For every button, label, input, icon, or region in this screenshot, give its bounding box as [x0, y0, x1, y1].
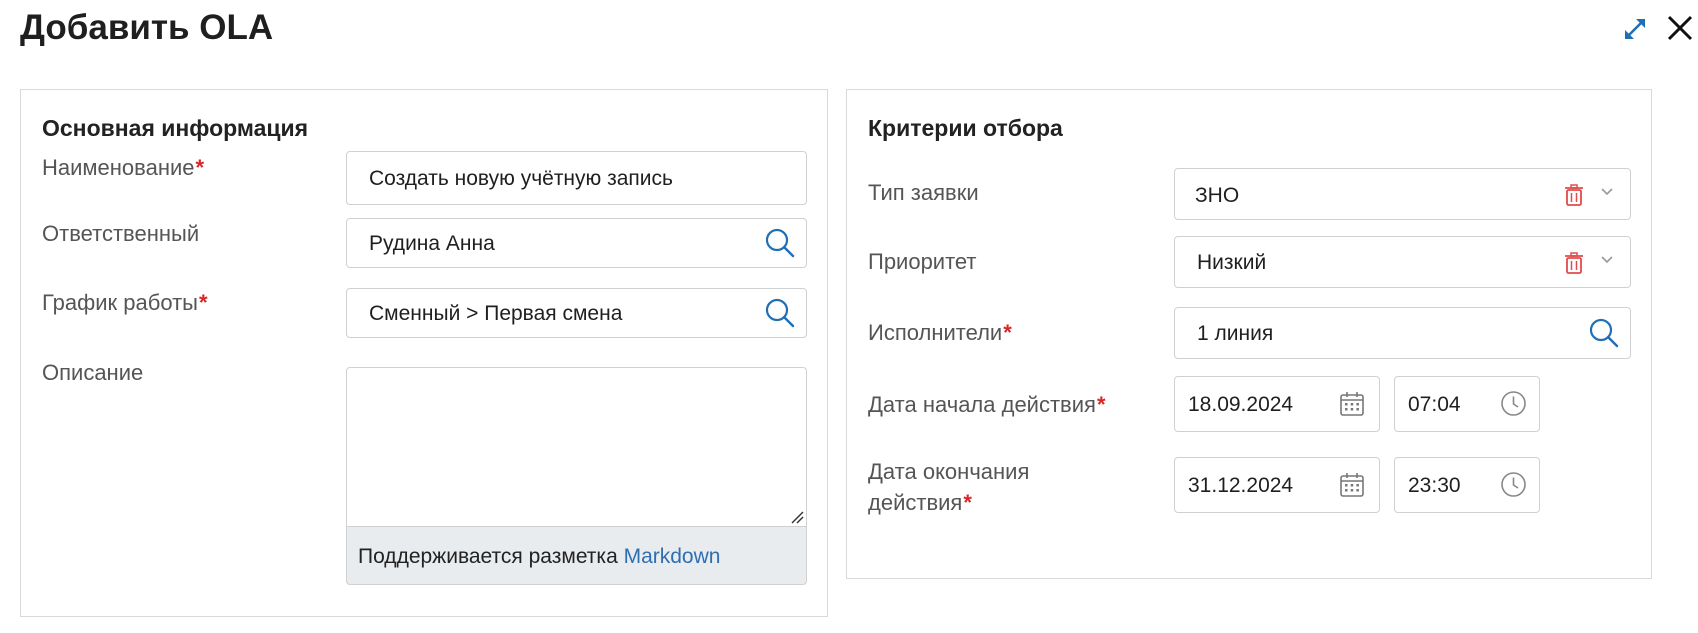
main-info-panel: Основная информация Наименование* Создат…	[20, 89, 828, 617]
start-date-label: Дата начала действия*	[868, 392, 1106, 417]
name-label: Наименование*	[42, 155, 205, 180]
dialog-title: Добавить OLA	[20, 8, 274, 47]
search-icon[interactable]	[764, 297, 796, 329]
schedule-field[interactable]: Сменный > Первая смена	[346, 288, 807, 338]
markdown-hint: Поддерживается разметка Markdown	[358, 545, 721, 568]
request-type-select[interactable]: ЗНО	[1174, 168, 1631, 220]
executors-label: Исполнители*	[868, 320, 1012, 345]
description-textarea[interactable]	[346, 367, 807, 527]
criteria-panel: Критерии отбора Тип заявки ЗНО Приоритет…	[846, 89, 1652, 579]
calendar-icon[interactable]	[1339, 472, 1365, 498]
start-date-value: 18.09.2024	[1188, 393, 1294, 416]
required-mark: *	[195, 155, 205, 180]
expand-icon[interactable]	[1620, 14, 1650, 44]
name-value: Создать новую учётную запись	[369, 167, 673, 190]
responsible-label: Ответственный	[42, 221, 200, 246]
required-mark: *	[963, 490, 972, 515]
start-date-input[interactable]: 18.09.2024	[1174, 376, 1380, 432]
description-label: Описание	[42, 360, 144, 385]
priority-label: Приоритет	[868, 249, 977, 274]
trash-icon[interactable]	[1564, 252, 1584, 274]
executors-field[interactable]: 1 линия	[1174, 307, 1631, 359]
trash-icon[interactable]	[1564, 184, 1584, 206]
start-time-value: 07:04	[1408, 393, 1461, 416]
clock-icon[interactable]	[1500, 471, 1527, 498]
schedule-value: Сменный > Первая смена	[369, 302, 623, 325]
required-mark: *	[1096, 392, 1106, 417]
close-icon[interactable]	[1664, 12, 1696, 44]
schedule-label: График работы*	[42, 290, 208, 315]
search-icon[interactable]	[1588, 317, 1620, 349]
resize-grip-icon[interactable]	[790, 510, 804, 524]
markdown-link[interactable]: Markdown	[624, 545, 721, 568]
end-date-input[interactable]: 31.12.2024	[1174, 457, 1380, 513]
responsible-value: Рудина Анна	[369, 232, 495, 255]
end-time-value: 23:30	[1408, 474, 1461, 497]
name-field[interactable]: Создать новую учётную запись	[346, 151, 807, 205]
start-time-input[interactable]: 07:04	[1394, 376, 1540, 432]
request-type-label: Тип заявки	[868, 180, 979, 205]
calendar-icon[interactable]	[1339, 391, 1365, 417]
priority-value: Низкий	[1197, 251, 1267, 274]
request-type-value: ЗНО	[1195, 184, 1240, 207]
end-date-value: 31.12.2024	[1188, 474, 1294, 497]
end-time-input[interactable]: 23:30	[1394, 457, 1540, 513]
required-mark: *	[1003, 320, 1012, 345]
chevron-down-icon[interactable]	[1600, 185, 1614, 199]
executors-value: 1 линия	[1197, 322, 1274, 345]
main-info-title: Основная информация	[42, 115, 309, 141]
chevron-down-icon[interactable]	[1600, 253, 1614, 267]
search-icon[interactable]	[764, 227, 796, 259]
markdown-hint-bar: Поддерживается разметка Markdown	[346, 527, 807, 585]
priority-select[interactable]: Низкий	[1174, 236, 1631, 288]
responsible-field[interactable]: Рудина Анна	[346, 218, 807, 268]
clock-icon[interactable]	[1500, 390, 1527, 417]
required-mark: *	[199, 290, 208, 315]
criteria-title: Критерии отбора	[868, 115, 1063, 141]
end-date-label: Дата окончания действия*	[868, 459, 1030, 515]
